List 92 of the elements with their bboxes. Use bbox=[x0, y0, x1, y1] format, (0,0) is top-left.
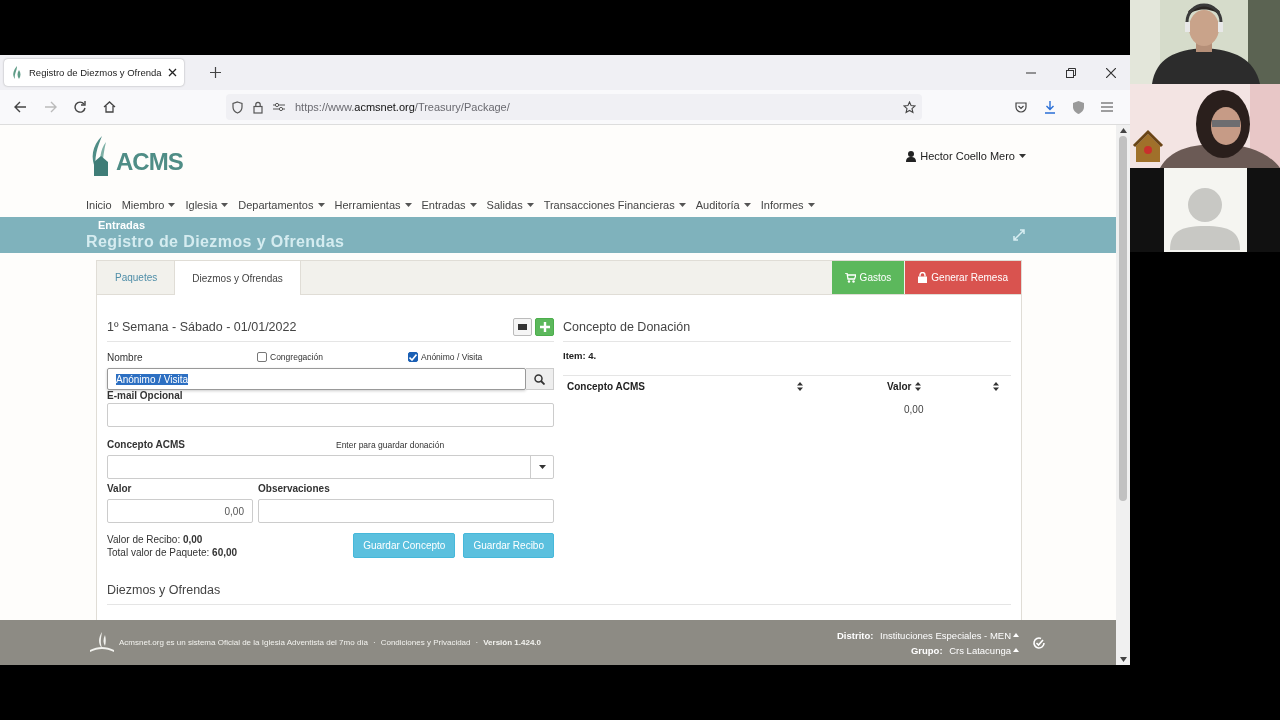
hint-text: Enter para guardar donación bbox=[335, 439, 445, 450]
star-icon[interactable] bbox=[903, 100, 916, 114]
leaf-icon bbox=[11, 65, 23, 80]
rectangle-icon bbox=[518, 324, 527, 330]
logo-text: ACMS bbox=[116, 148, 183, 176]
tab[interactable]: Diezmos y Ofrendas bbox=[174, 261, 301, 295]
reload-icon[interactable] bbox=[74, 101, 86, 113]
browser-tab[interactable]: Registro de Diezmos y Ofrenda bbox=[4, 59, 184, 86]
nav-item[interactable]: Iglesia bbox=[185, 199, 229, 211]
card-button[interactable] bbox=[513, 318, 532, 336]
lock-icon bbox=[253, 100, 263, 114]
cart-icon bbox=[844, 272, 856, 283]
nav-item[interactable]: Departamentos bbox=[238, 199, 325, 211]
scrollbar[interactable] bbox=[1116, 125, 1130, 665]
caret-icon bbox=[404, 203, 412, 207]
caret-icon bbox=[526, 203, 534, 207]
caret-icon bbox=[1013, 633, 1019, 637]
footer-text: Versión 1.424.0 bbox=[483, 638, 541, 647]
amount-field[interactable]: 0,00 bbox=[107, 499, 253, 523]
search-icon bbox=[534, 373, 545, 385]
scroll-up-icon[interactable] bbox=[1119, 128, 1127, 133]
checkbox[interactable]: Anónimo / Visita bbox=[408, 352, 483, 362]
shield-icon[interactable] bbox=[1073, 100, 1084, 114]
sort-icon bbox=[915, 382, 922, 391]
table-cell: 0,00 bbox=[904, 404, 924, 415]
caret-icon bbox=[807, 203, 815, 207]
section-heading: Concepto de Donación bbox=[563, 320, 691, 334]
url-text: https://www.acmsnet.org/Treasury/Package/ bbox=[295, 101, 510, 113]
home-icon[interactable] bbox=[103, 101, 116, 113]
generate-button[interactable]: Generar Remesa bbox=[905, 261, 1021, 294]
plus-icon bbox=[539, 322, 550, 332]
section-label: Entradas bbox=[97, 220, 147, 231]
check-icon bbox=[409, 353, 417, 361]
menu-icon[interactable] bbox=[1101, 102, 1113, 112]
caret-icon bbox=[1013, 648, 1019, 652]
name-field[interactable]: Anónimo / Visita bbox=[107, 368, 526, 390]
close-icon[interactable] bbox=[1106, 67, 1116, 78]
field-label: E-mail Opcional bbox=[107, 390, 184, 401]
address-bar[interactable]: https://www.acmsnet.org/Treasury/Package/ bbox=[226, 94, 922, 120]
checkbox[interactable]: Congregación bbox=[257, 352, 323, 362]
nav-item[interactable]: Miembro bbox=[121, 199, 176, 211]
sort-icon bbox=[797, 382, 803, 391]
nav-item[interactable]: Entradas bbox=[421, 199, 477, 211]
download-icon[interactable] bbox=[1044, 100, 1056, 114]
new-tab-icon[interactable] bbox=[209, 67, 221, 78]
column-header[interactable]: Concepto ACMS bbox=[567, 381, 803, 392]
email-field[interactable] bbox=[107, 403, 554, 427]
caret-icon bbox=[678, 203, 686, 207]
caret-icon bbox=[743, 203, 751, 207]
column-header[interactable]: Valor bbox=[887, 381, 922, 392]
back-icon[interactable] bbox=[14, 101, 27, 113]
nav-item[interactable]: Salidas bbox=[486, 199, 534, 211]
notes-field[interactable] bbox=[258, 499, 554, 523]
restore-icon[interactable] bbox=[1066, 67, 1076, 78]
separator-dot: · bbox=[373, 638, 376, 647]
page-title: Registro de Diezmos y Ofrendas bbox=[86, 234, 345, 250]
permissions-icon bbox=[273, 102, 285, 112]
user-icon bbox=[906, 150, 917, 162]
caret-icon bbox=[469, 203, 477, 207]
nav-item[interactable]: Auditoría bbox=[695, 199, 751, 211]
field-label: Nombre bbox=[107, 351, 143, 363]
separator-dot: · bbox=[475, 638, 479, 647]
tab-title: Registro de Diezmos y Ofrenda bbox=[29, 67, 162, 78]
caret-icon bbox=[317, 203, 325, 207]
field-label: Concepto ACMS bbox=[107, 439, 185, 450]
user-menu[interactable]: Hector Coello Mero bbox=[906, 150, 1026, 162]
item-count: Item: 4. bbox=[563, 350, 598, 361]
field-label: Valor bbox=[107, 483, 133, 494]
search-button[interactable] bbox=[526, 368, 554, 390]
nav-item[interactable]: Inicio bbox=[86, 199, 112, 211]
nav-item[interactable]: Herramientas bbox=[334, 199, 412, 211]
pocket-icon[interactable] bbox=[1015, 101, 1027, 113]
nav-item[interactable]: Transacciones Financieras bbox=[543, 199, 686, 211]
lock-icon bbox=[918, 272, 928, 283]
caret-icon bbox=[539, 465, 546, 469]
total-text: Valor de Recibo: 0,00 bbox=[107, 533, 204, 545]
footer-text: Acmsnet.org es un sistema Oficial de la Iglesia Adventista del 7mo día bbox=[119, 638, 368, 647]
shield-icon bbox=[232, 100, 243, 114]
sort-icon[interactable] bbox=[993, 382, 999, 391]
scroll-down-icon[interactable] bbox=[1119, 657, 1127, 662]
close-icon[interactable] bbox=[167, 68, 177, 77]
caret-icon bbox=[1019, 154, 1026, 158]
caret-icon bbox=[221, 203, 229, 207]
logo[interactable]: ACMS bbox=[88, 136, 183, 176]
field-label: Observaciones bbox=[258, 483, 331, 494]
total-text: Total valor de Paquete: 60,00 bbox=[107, 546, 238, 558]
nav-item[interactable]: Informes bbox=[760, 199, 815, 211]
avatar-icon bbox=[1170, 188, 1240, 250]
refresh-check-icon[interactable] bbox=[1032, 635, 1046, 650]
week-heading: 1º Semana - Sábado - 01/01/2022 bbox=[107, 320, 297, 334]
section-heading: Diezmos y Ofrendas bbox=[107, 583, 221, 597]
caret-icon bbox=[168, 203, 176, 207]
